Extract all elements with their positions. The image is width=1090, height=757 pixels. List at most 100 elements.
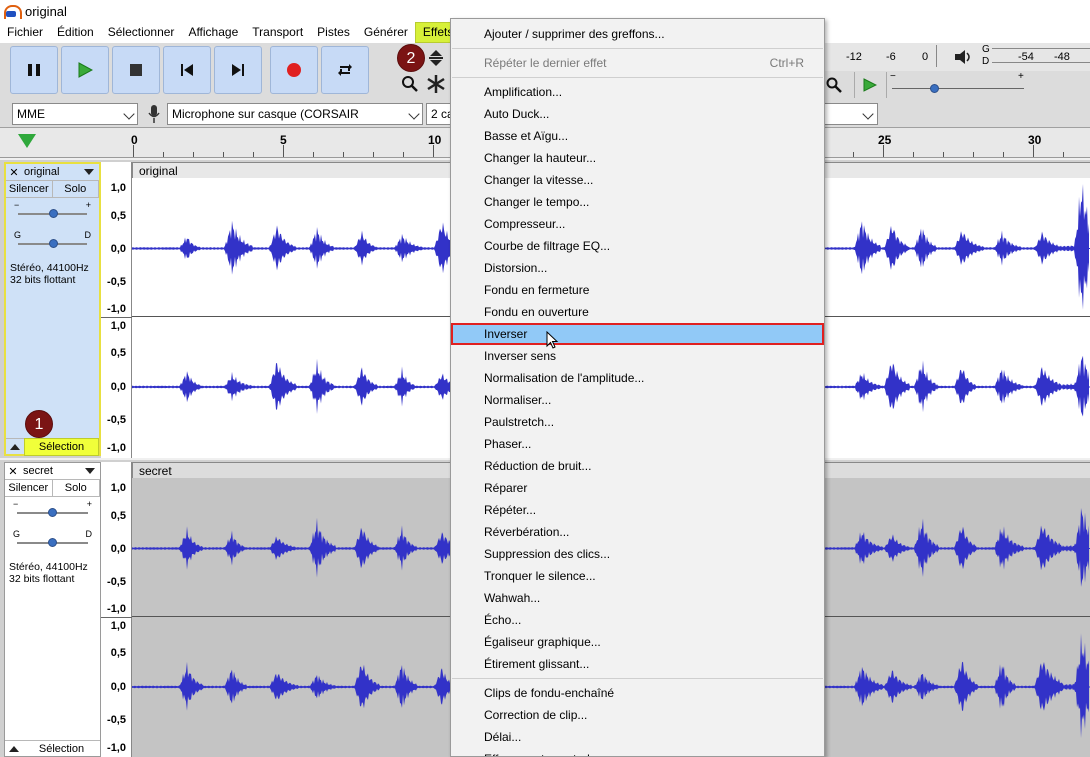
menu-fichier[interactable]: Fichier: [0, 22, 50, 43]
pan-slider[interactable]: G D: [5, 527, 100, 557]
menu-pistes[interactable]: Pistes: [310, 22, 357, 43]
play-at-speed-button[interactable]: [860, 75, 880, 95]
effects-menu-item[interactable]: Étirement glissant...: [451, 653, 824, 675]
ruler-tick: [163, 152, 164, 157]
stop-icon: [130, 64, 142, 76]
effects-menu-item[interactable]: Changer la hauteur...: [451, 147, 824, 169]
ruler-tick: [973, 152, 974, 157]
collapse-track-button[interactable]: [5, 741, 23, 757]
effects-menu-item[interactable]: Tronquer le silence...: [451, 565, 824, 587]
effects-menu-item[interactable]: Effacement spectral: [451, 748, 824, 756]
menu-item-label: Délai...: [484, 730, 522, 744]
gain-slider[interactable]: − +: [5, 497, 100, 527]
effects-menu-item[interactable]: Paulstretch...: [451, 411, 824, 433]
effects-menu-item[interactable]: Basse et Aïgu...: [451, 125, 824, 147]
envelope-tool-button[interactable]: [424, 46, 448, 70]
ruler-tick: [1003, 152, 1004, 157]
effects-menu-item[interactable]: Courbe de filtrage EQ...: [451, 235, 824, 257]
effects-menu-item[interactable]: Wahwah...: [451, 587, 824, 609]
ruler-label: 0: [131, 133, 138, 147]
effects-menu-item[interactable]: Réduction de bruit...: [451, 455, 824, 477]
playback-device-select[interactable]: [824, 103, 878, 125]
effects-menu-item[interactable]: Suppression des clics...: [451, 543, 824, 565]
effects-menu-item[interactable]: Correction de clip...: [451, 704, 824, 726]
close-track-button[interactable]: ✕: [5, 465, 21, 478]
effects-menu-item[interactable]: Normalisation de l'amplitude...: [451, 367, 824, 389]
effects-menu-item[interactable]: Fondu en ouverture: [451, 301, 824, 323]
zoom-tool-button[interactable]: [398, 72, 422, 96]
play-head-icon[interactable]: [18, 134, 36, 148]
menu-edition[interactable]: Édition: [50, 22, 101, 43]
play-button[interactable]: [61, 46, 109, 94]
effects-menu-item[interactable]: Distorsion...: [451, 257, 824, 279]
meter-toolbar: -12 -6 0 G D -54 -48: [824, 43, 1090, 71]
solo-button[interactable]: Solo: [53, 480, 100, 496]
audacity-logo-icon: [3, 3, 22, 19]
step-badge-1: 1: [25, 410, 53, 438]
playback-speed-slider[interactable]: [892, 88, 1024, 89]
menu-item-label: Normalisation de l'amplitude...: [484, 371, 645, 385]
select-track-button[interactable]: Sélection: [23, 741, 100, 757]
solo-button[interactable]: Solo: [53, 181, 99, 197]
menu-item-label: Phaser...: [484, 437, 532, 451]
effects-menu-item[interactable]: Délai...: [451, 726, 824, 748]
effects-menu-item[interactable]: Inverser sens: [451, 345, 824, 367]
effects-menu-item[interactable]: Clips de fondu-enchaîné: [451, 682, 824, 704]
effects-menu-item[interactable]: Ajouter / supprimer des greffons...: [451, 23, 824, 45]
effects-menu-item[interactable]: Réverbération...: [451, 521, 824, 543]
stop-button[interactable]: [112, 46, 160, 94]
magnifier-icon: [826, 77, 842, 93]
pause-button[interactable]: [10, 46, 58, 94]
effects-menu-item[interactable]: Fondu en fermeture: [451, 279, 824, 301]
effects-menu-item[interactable]: Amplification...: [451, 81, 824, 103]
skip-start-button[interactable]: [163, 46, 211, 94]
effects-menu-item[interactable]: Changer la vitesse...: [451, 169, 824, 191]
skip-end-button[interactable]: [214, 46, 262, 94]
pan-slider[interactable]: G D: [6, 228, 99, 258]
effects-menu-item[interactable]: Auto Duck...: [451, 103, 824, 125]
gain-slider[interactable]: − +: [6, 198, 99, 228]
select-track-button[interactable]: Sélection: [24, 437, 99, 456]
microphone-icon: [144, 104, 164, 124]
effects-menu-item[interactable]: Compresseur...: [451, 213, 824, 235]
step-badge-2: 2: [397, 44, 425, 72]
effects-menu-item[interactable]: Phaser...: [451, 433, 824, 455]
menu-item-label: Amplification...: [484, 85, 563, 99]
effects-menu-item[interactable]: Réparer: [451, 477, 824, 499]
ruler-tick: [943, 152, 944, 157]
effects-menu-item[interactable]: Égaliseur graphique...: [451, 631, 824, 653]
meter-channel-right: D: [982, 56, 990, 67]
magnifier-icon: [402, 76, 418, 92]
recording-device-select[interactable]: Microphone sur casque (CORSAIR: [167, 103, 423, 125]
loop-icon: [338, 64, 352, 76]
multi-tool-button[interactable]: [424, 72, 448, 96]
collapse-track-button[interactable]: [6, 439, 24, 455]
menu-item-label: Changer la vitesse...: [484, 173, 594, 187]
menu-item-label: Écho...: [484, 613, 522, 627]
mute-button[interactable]: Silencer: [6, 181, 53, 197]
menu-item-label: Wahwah...: [484, 591, 541, 605]
track-control-panel[interactable]: ✕ original Silencer Solo − + G D Stéréo,…: [4, 162, 101, 456]
mute-button[interactable]: Silencer: [5, 480, 53, 496]
menu-transport[interactable]: Transport: [245, 22, 310, 43]
playback-speed-knob[interactable]: [930, 84, 939, 93]
zoom-toggle-button[interactable]: [824, 74, 844, 96]
loop-button[interactable]: [321, 46, 369, 94]
effects-menu-item[interactable]: Changer le tempo...: [451, 191, 824, 213]
track-menu-chevron-icon[interactable]: [85, 468, 95, 474]
speaker-meter-button[interactable]: [952, 46, 974, 68]
menu-generer[interactable]: Générer: [357, 22, 415, 43]
menu-item-label: Réduction de bruit...: [484, 459, 592, 473]
record-button[interactable]: [270, 46, 318, 94]
menu-selectionner[interactable]: Sélectionner: [101, 22, 182, 43]
effects-menu-item[interactable]: Écho...: [451, 609, 824, 631]
menu-affichage[interactable]: Affichage: [181, 22, 245, 43]
effects-menu-item[interactable]: Normaliser...: [451, 389, 824, 411]
audio-host-select[interactable]: MME: [12, 103, 138, 125]
track-control-panel[interactable]: ✕ secret Silencer Solo − + G D Stéréo, 4…: [4, 462, 101, 757]
effects-menu-item[interactable]: Répéter...: [451, 499, 824, 521]
effects-menu-item[interactable]: Inverser: [451, 323, 824, 345]
track-menu-chevron-icon[interactable]: [84, 169, 94, 175]
close-track-button[interactable]: ✕: [6, 166, 22, 179]
ruler-tick: [883, 145, 884, 157]
